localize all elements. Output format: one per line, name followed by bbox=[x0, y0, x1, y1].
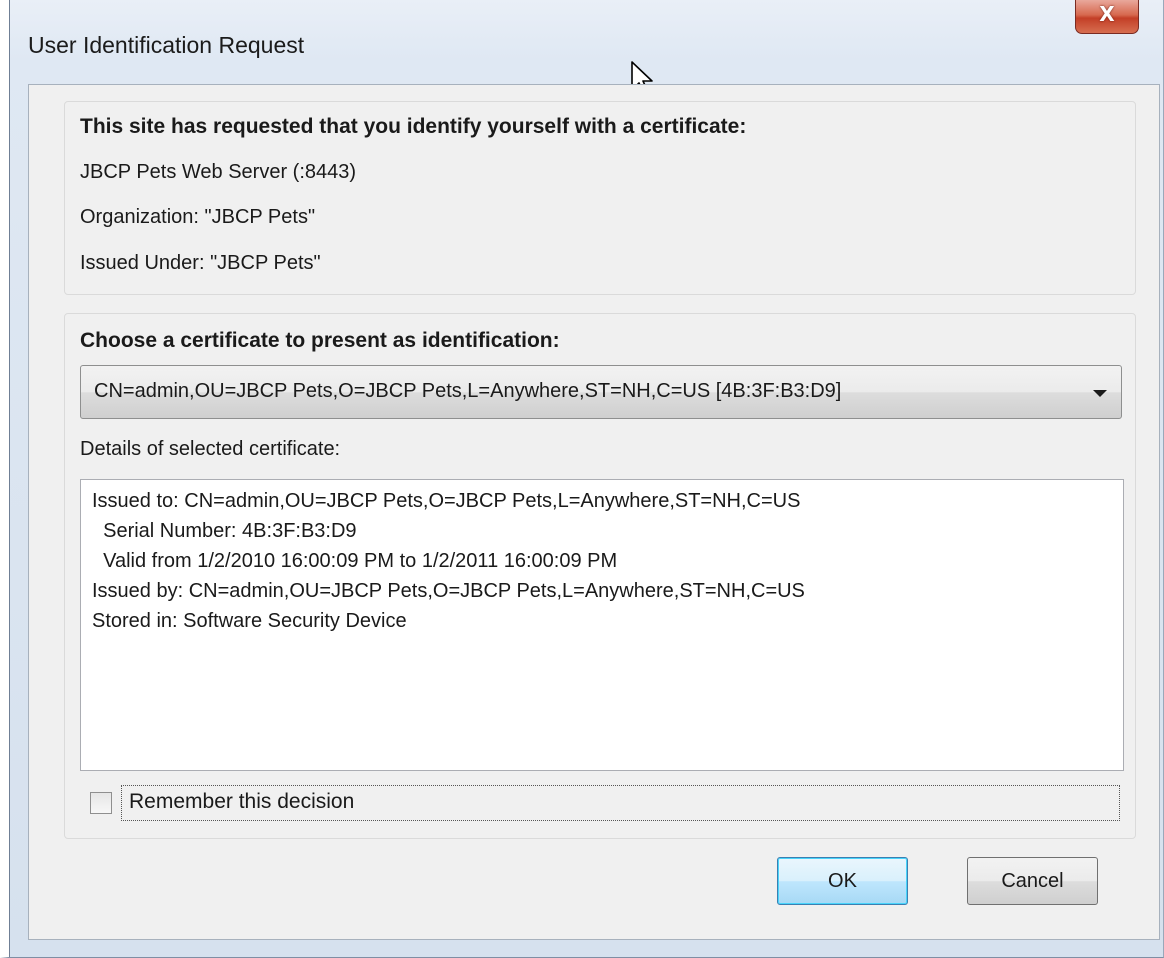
details-serial-number: Serial Number: 4B:3F:B3:D9 bbox=[92, 520, 357, 542]
site-request-heading: This site has requested that you identif… bbox=[80, 115, 747, 138]
dialog-window: User Identification Request X This site … bbox=[0, 0, 1164, 958]
choose-certificate-heading: Choose a certificate to present as ident… bbox=[80, 329, 560, 352]
issued-under-text: Issued Under: "JBCP Pets" bbox=[80, 252, 321, 274]
details-stored-in: Stored in: Software Security Device bbox=[92, 610, 407, 632]
cancel-button[interactable]: Cancel bbox=[967, 857, 1098, 905]
chevron-down-icon bbox=[1093, 390, 1107, 397]
details-issued-to: Issued to: CN=admin,OU=JBCP Pets,O=JBCP … bbox=[92, 490, 801, 512]
title-bar[interactable]: User Identification Request X bbox=[9, 0, 1163, 84]
certificate-select[interactable]: CN=admin,OU=JBCP Pets,O=JBCP Pets,L=Anyw… bbox=[80, 365, 1122, 419]
close-button[interactable]: X bbox=[1075, 0, 1139, 34]
details-label: Details of selected certificate: bbox=[80, 438, 341, 460]
remember-decision-label[interactable]: Remember this decision bbox=[129, 790, 354, 814]
details-issued-by: Issued by: CN=admin,OU=JBCP Pets,O=JBCP … bbox=[92, 580, 805, 602]
certificate-select-value: CN=admin,OU=JBCP Pets,O=JBCP Pets,L=Anyw… bbox=[94, 380, 842, 402]
window-title: User Identification Request bbox=[28, 32, 305, 58]
organization-text: Organization: "JBCP Pets" bbox=[80, 206, 316, 228]
certificate-details-box[interactable]: Issued to: CN=admin,OU=JBCP Pets,O=JBCP … bbox=[80, 479, 1124, 771]
dialog-client-area: This site has requested that you identif… bbox=[28, 84, 1160, 940]
details-validity: Valid from 1/2/2010 16:00:09 PM to 1/2/2… bbox=[92, 550, 618, 572]
ok-button[interactable]: OK bbox=[777, 857, 908, 905]
close-icon: X bbox=[1099, 2, 1115, 26]
remember-decision-checkbox[interactable] bbox=[90, 792, 112, 814]
server-name: JBCP Pets Web Server (:8443) bbox=[80, 161, 357, 183]
